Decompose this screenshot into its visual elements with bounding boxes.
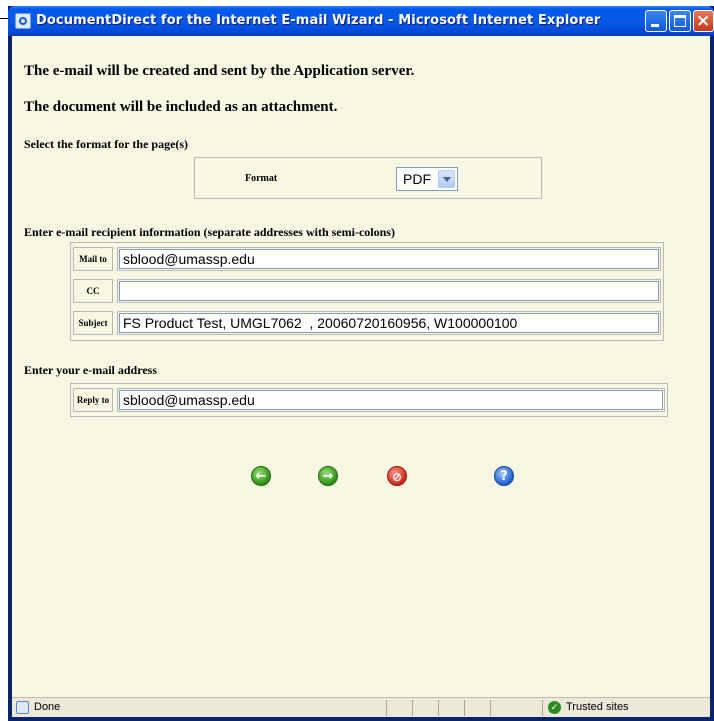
next-arrow-icon[interactable]: → bbox=[318, 466, 338, 486]
cc-input[interactable] bbox=[119, 281, 659, 301]
ie-icon bbox=[15, 13, 31, 29]
intro-line-2: The document will be included as an atta… bbox=[24, 99, 338, 115]
close-icon: × bbox=[696, 11, 711, 31]
format-select[interactable]: PDF bbox=[396, 167, 458, 191]
subject-label: Subject bbox=[73, 311, 113, 335]
status-divider bbox=[464, 700, 465, 716]
window-title: DocumentDirect for the Internet E-mail W… bbox=[36, 13, 601, 28]
subject-row: Subject bbox=[71, 309, 663, 337]
status-divider bbox=[438, 700, 439, 716]
reply-to-row: Reply to bbox=[71, 386, 667, 414]
reply-to-cell bbox=[117, 388, 665, 412]
ie-window: DocumentDirect for the Internet E-mail W… bbox=[8, 6, 714, 721]
status-text: Done bbox=[34, 701, 61, 713]
reply-to-label: Reply to bbox=[73, 388, 113, 412]
minimize-button[interactable] bbox=[645, 10, 667, 32]
status-divider bbox=[412, 700, 413, 716]
status-divider bbox=[386, 700, 387, 716]
check-icon: ✓ bbox=[548, 701, 561, 714]
page-icon bbox=[16, 701, 29, 714]
status-divider bbox=[542, 700, 543, 716]
cc-cell bbox=[117, 279, 661, 303]
format-box: Format PDF bbox=[194, 157, 542, 199]
format-select-value: PDF bbox=[403, 171, 431, 187]
intro-line-1: The e-mail will be created and sent by t… bbox=[24, 63, 415, 79]
reply-section-header: Enter your e-mail address bbox=[24, 363, 158, 377]
format-section-header: Select the format for the page(s) bbox=[24, 137, 189, 151]
desktop-edge bbox=[0, 0, 8, 721]
mail-to-label: Mail to bbox=[73, 247, 113, 271]
desktop-edge-line bbox=[0, 18, 8, 19]
subject-input[interactable] bbox=[119, 313, 659, 333]
page-content: The e-mail will be created and sent by t… bbox=[12, 36, 710, 697]
cancel-icon[interactable]: ⊘ bbox=[387, 466, 407, 486]
mail-to-row: Mail to bbox=[71, 245, 663, 273]
recipient-table: Mail to CC Subject bbox=[70, 242, 664, 341]
reply-table: Reply to bbox=[70, 383, 668, 417]
help-icon[interactable]: ? bbox=[494, 466, 514, 486]
chevron-down-icon[interactable] bbox=[438, 170, 455, 188]
format-label: Format bbox=[245, 173, 278, 184]
mail-to-input[interactable] bbox=[119, 249, 659, 269]
title-bar[interactable]: DocumentDirect for the Internet E-mail W… bbox=[8, 6, 714, 36]
minimize-icon bbox=[651, 24, 659, 27]
recipient-section-header: Enter e-mail recipient information (sepa… bbox=[24, 225, 395, 239]
status-divider bbox=[490, 700, 491, 716]
status-bar: Done ✓ Trusted sites bbox=[12, 697, 710, 717]
close-button[interactable]: × bbox=[693, 10, 714, 32]
subject-cell bbox=[117, 311, 661, 335]
maximize-button[interactable] bbox=[669, 10, 691, 32]
maximize-icon bbox=[674, 15, 686, 27]
cc-label: CC bbox=[73, 279, 113, 303]
reply-to-input[interactable] bbox=[119, 390, 663, 410]
cc-row: CC bbox=[71, 277, 663, 305]
security-zone: Trusted sites bbox=[566, 701, 629, 713]
back-arrow-icon[interactable]: ← bbox=[251, 466, 271, 486]
mail-to-cell bbox=[117, 247, 661, 271]
